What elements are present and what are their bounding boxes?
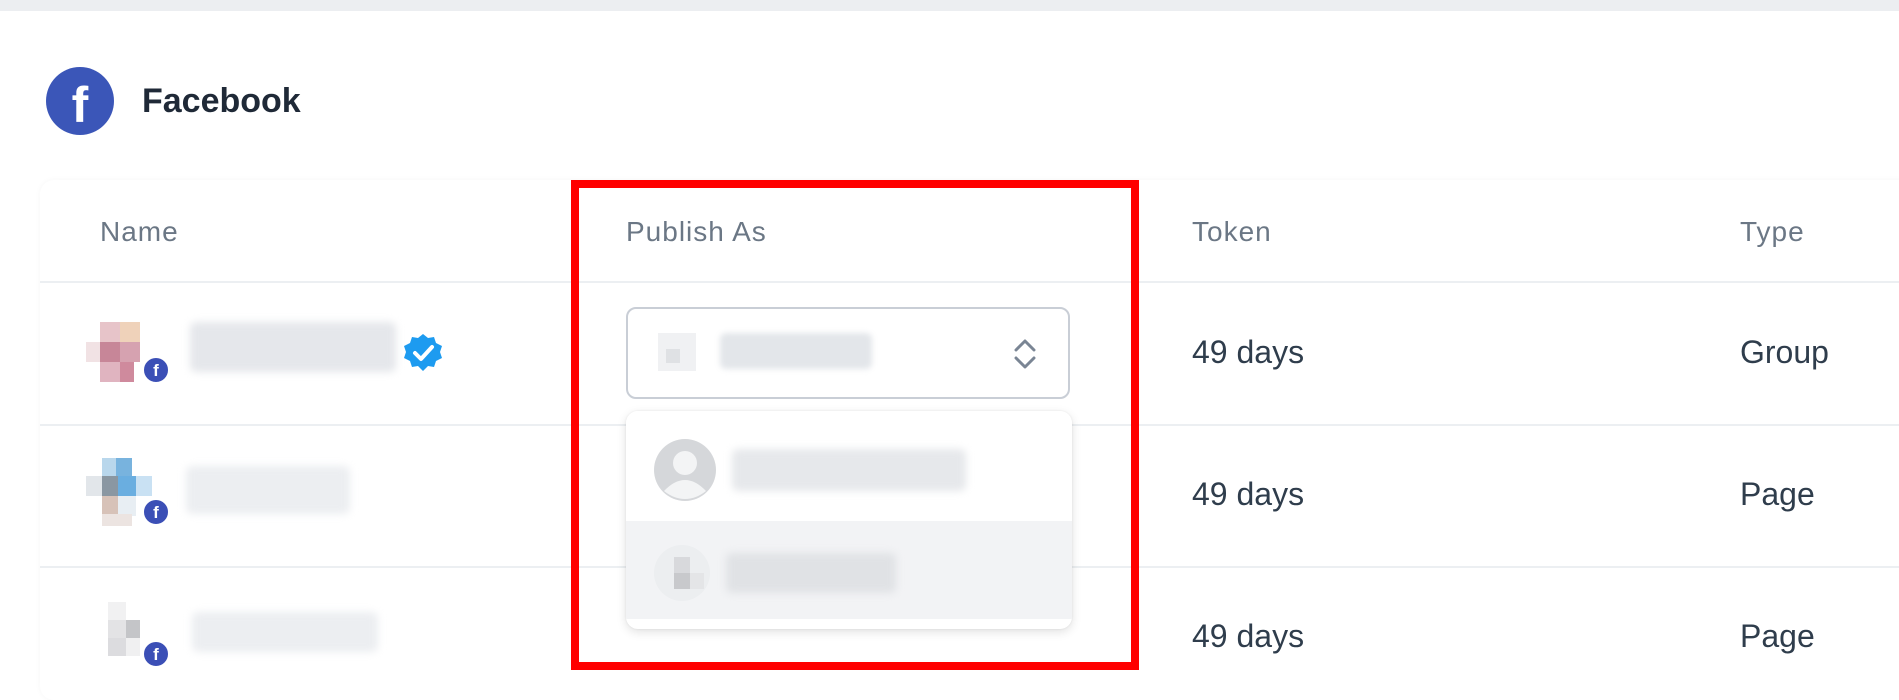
- account-avatar: f: [86, 456, 170, 528]
- column-header-type: Type: [1740, 216, 1805, 247]
- highlight-annotation-box: [571, 180, 1139, 670]
- token-expiry: 49 days: [1192, 334, 1305, 370]
- column-header-token: Token: [1192, 216, 1272, 247]
- top-bar: [0, 0, 1899, 11]
- account-avatar: f: [86, 314, 170, 386]
- account-avatar: f: [86, 598, 170, 670]
- verified-icon: [404, 334, 442, 371]
- token-expiry: 49 days: [1192, 618, 1305, 654]
- facebook-badge-icon: f: [142, 498, 170, 526]
- facebook-logo-icon: f: [46, 67, 114, 135]
- platform-title: Facebook: [142, 81, 301, 120]
- account-name: [190, 322, 396, 372]
- account-type: Page: [1740, 476, 1815, 512]
- account-name: [192, 612, 378, 652]
- column-header-name: Name: [100, 216, 179, 247]
- token-expiry: 49 days: [1192, 476, 1305, 512]
- account-type: Group: [1740, 334, 1829, 370]
- account-name: [186, 466, 350, 514]
- facebook-badge-icon: f: [142, 640, 170, 668]
- account-type: Page: [1740, 618, 1815, 654]
- facebook-badge-icon: f: [142, 356, 170, 384]
- platform-header: f Facebook: [46, 67, 301, 135]
